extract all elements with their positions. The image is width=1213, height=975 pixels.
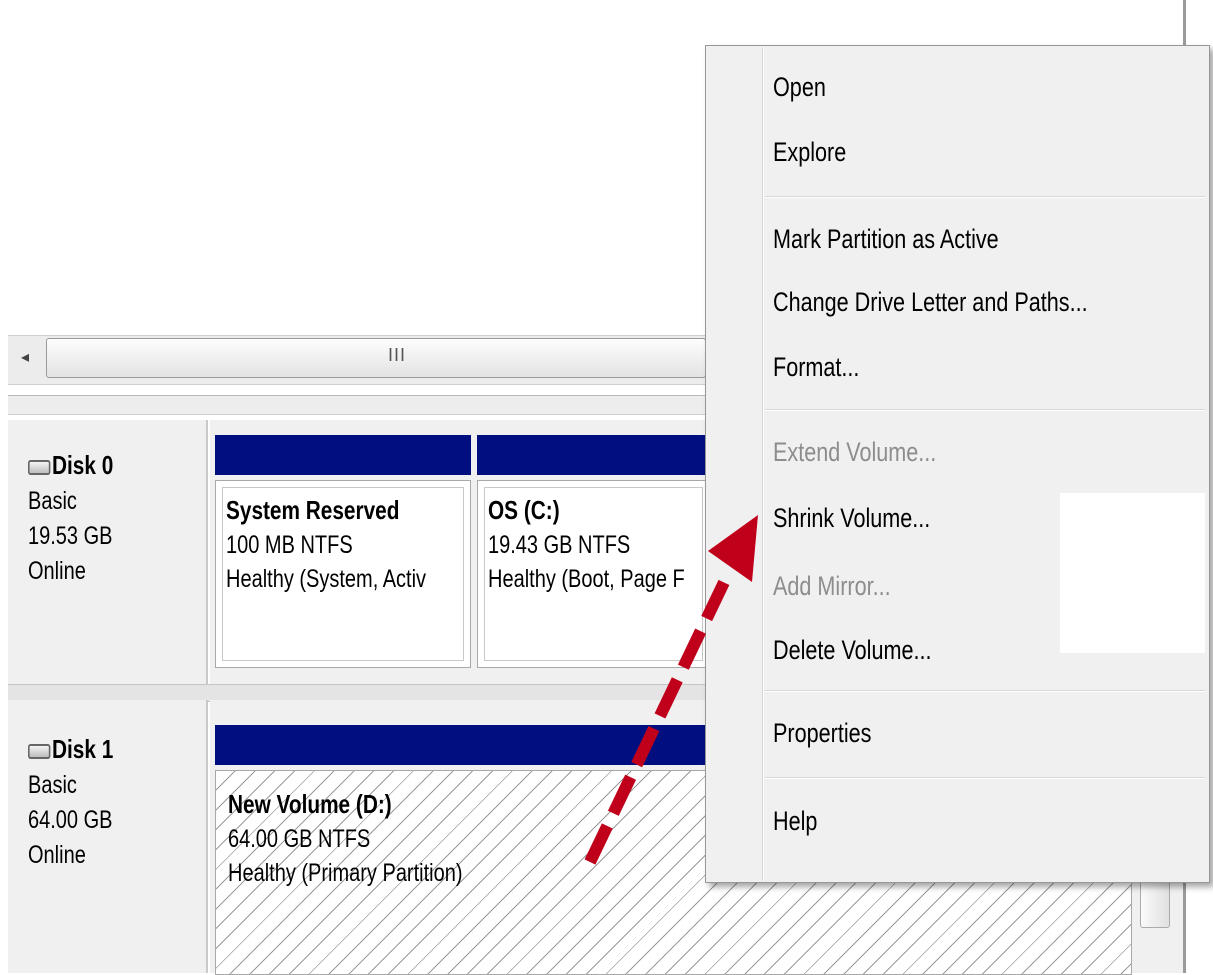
disk-1-label[interactable]: Disk 1 Basic 64.00 GB Online bbox=[8, 700, 208, 973]
disk-icon bbox=[28, 459, 51, 475]
pane-splitter[interactable] bbox=[8, 395, 708, 415]
disk-icon bbox=[28, 743, 51, 759]
scroll-left-arrow-icon[interactable]: ◂ bbox=[14, 343, 36, 373]
partition-title: OS (C:) bbox=[488, 495, 560, 525]
menu-item-extend-volume[interactable]: Extend Volume... bbox=[765, 422, 1203, 482]
menu-item-properties[interactable]: Properties bbox=[765, 703, 1203, 763]
partition-status: Healthy (System, Activ bbox=[226, 565, 427, 593]
partition-filesystem: 100 MB NTFS bbox=[226, 531, 353, 559]
disk-0-status: Online bbox=[28, 557, 86, 585]
disk-0-label[interactable]: Disk 0 Basic 19.53 GB Online bbox=[8, 420, 208, 684]
menu-item-format[interactable]: Format... bbox=[765, 337, 1203, 397]
menu-separator bbox=[765, 196, 1205, 198]
system-reserved-header[interactable] bbox=[215, 435, 471, 475]
partition-title: System Reserved bbox=[226, 495, 400, 525]
partition-filesystem: 19.43 GB NTFS bbox=[488, 531, 631, 559]
partition-title: New Volume (D:) bbox=[228, 789, 392, 819]
menu-separator bbox=[765, 777, 1205, 779]
menu-item-change-drive-letter[interactable]: Change Drive Letter and Paths... bbox=[765, 272, 1203, 332]
disk-0-type: Basic bbox=[28, 487, 77, 515]
disk-1-size: 64.00 GB bbox=[28, 806, 113, 834]
partition-status: Healthy (Boot, Page F bbox=[488, 565, 685, 593]
os-c-header[interactable] bbox=[477, 435, 710, 475]
menu-separator bbox=[765, 690, 1205, 692]
scrollbar-grip-icon: III bbox=[388, 345, 407, 365]
menu-separator bbox=[765, 409, 1205, 411]
disk-0-size: 19.53 GB bbox=[28, 522, 113, 550]
menu-item-open[interactable]: Open bbox=[765, 57, 1203, 117]
new-volume-d-text: New Volume (D:) 64.00 GB NTFS Healthy (P… bbox=[218, 775, 521, 890]
disk-0-name: Disk 0 bbox=[52, 450, 114, 480]
disk-1-name: Disk 1 bbox=[52, 734, 114, 764]
partition-status: Healthy (Primary Partition) bbox=[228, 859, 463, 887]
partition-filesystem: 64.00 GB NTFS bbox=[228, 825, 371, 853]
disk-1-status: Online bbox=[28, 841, 86, 869]
menu-item-mark-partition-active[interactable]: Mark Partition as Active bbox=[765, 209, 1203, 269]
menu-item-explore[interactable]: Explore bbox=[765, 122, 1203, 182]
menu-item-help[interactable]: Help bbox=[765, 791, 1203, 851]
horizontal-scrollbar-thumb[interactable] bbox=[46, 338, 706, 378]
menu-icon-gutter-highlight bbox=[763, 47, 764, 881]
disk-1-type: Basic bbox=[28, 771, 77, 799]
redaction-patch bbox=[1060, 493, 1205, 653]
new-volume-d-header[interactable] bbox=[215, 725, 710, 765]
os-c-partition[interactable]: OS (C:) 19.43 GB NTFS Healthy (Boot, Pag… bbox=[477, 480, 710, 668]
system-reserved-partition[interactable]: System Reserved 100 MB NTFS Healthy (Sys… bbox=[215, 480, 471, 668]
